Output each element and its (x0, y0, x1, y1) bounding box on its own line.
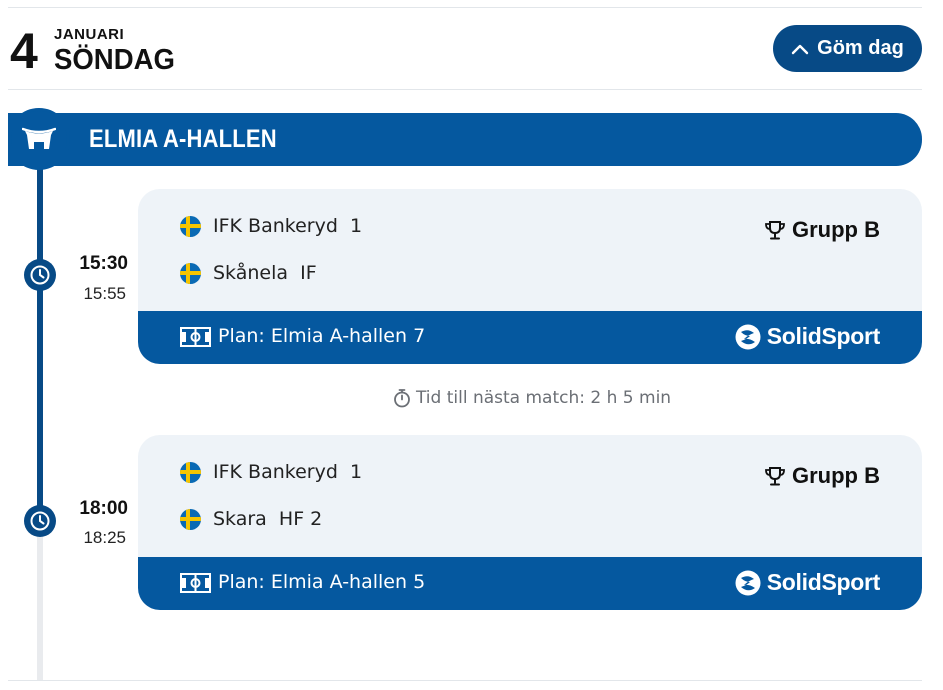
trophy-icon (765, 467, 785, 486)
chevron-up-icon (791, 44, 809, 54)
match-start-time: 18:00 (79, 498, 128, 519)
match-start-time: 15:30 (79, 253, 128, 274)
match-end-time: 18:25 (83, 528, 126, 547)
group-label: Grupp B (764, 463, 880, 489)
away-team-row: Skara HF 2 (180, 508, 322, 530)
bottom-divider (8, 680, 922, 681)
solidsport-logo-icon (735, 324, 761, 349)
match-footer: Plan: Elmia A-hallen 7 SolidSport (138, 311, 922, 364)
clock-icon (24, 259, 56, 291)
trophy-icon (765, 221, 785, 240)
timeline-progress (37, 150, 43, 528)
away-team-name: Skara HF 2 (213, 508, 323, 530)
day-month: JANUARI (54, 26, 125, 43)
field-name: Plan: Elmia A-hallen 7 (218, 325, 426, 347)
field-icon (180, 573, 211, 593)
next-match-text: Tid till nästa match: 2 h 5 min (415, 388, 672, 408)
hide-day-label: Göm dag (817, 37, 904, 59)
home-team-name: IFK Bankeryd 1 (213, 215, 363, 237)
match-card[interactable]: IFK Bankeryd 1 Skara HF 2 Grupp B Plan: … (138, 435, 922, 610)
sweden-flag-icon (180, 262, 201, 284)
home-team-row: IFK Bankeryd 1 (180, 461, 362, 483)
solidsport-stream-link[interactable]: SolidSport (735, 323, 880, 350)
sweden-flag-icon (180, 461, 201, 483)
home-team-row: IFK Bankeryd 1 (180, 215, 362, 237)
sweden-flag-icon (180, 215, 201, 237)
match-end-time: 15:55 (83, 284, 126, 303)
home-team-name: IFK Bankeryd 1 (213, 461, 363, 483)
brand-name: SolidSport (766, 569, 881, 595)
group-label: Grupp B (764, 217, 880, 243)
group-name: Grupp B (792, 463, 880, 488)
away-team-row: Skånela IF (180, 262, 317, 284)
clock-icon (24, 505, 56, 537)
stopwatch-icon (394, 389, 410, 408)
day-weekday: SÖNDAG (54, 44, 175, 76)
next-match-info: Tid till nästa match: 2 h 5 min (0, 388, 943, 408)
group-name: Grupp B (792, 217, 880, 242)
sweden-flag-icon (180, 508, 201, 530)
field-name: Plan: Elmia A-hallen 5 (218, 571, 426, 593)
solidsport-stream-link[interactable]: SolidSport (735, 569, 880, 596)
away-team-name: Skånela IF (213, 262, 317, 284)
day-header: 4 JANUARI SÖNDAG Göm dag (8, 8, 922, 90)
match-card[interactable]: IFK Bankeryd 1 Skånela IF Grupp B Plan: … (138, 189, 922, 364)
brand-name: SolidSport (766, 323, 881, 349)
field-icon (180, 327, 211, 347)
day-number: 4 (10, 23, 38, 79)
match-footer: Plan: Elmia A-hallen 5 SolidSport (138, 557, 922, 610)
solidsport-logo-icon (735, 570, 761, 595)
venue-name: ELMIA A-HALLEN (89, 125, 277, 153)
arena-icon (8, 108, 70, 170)
hide-day-button[interactable]: Göm dag (773, 25, 922, 72)
